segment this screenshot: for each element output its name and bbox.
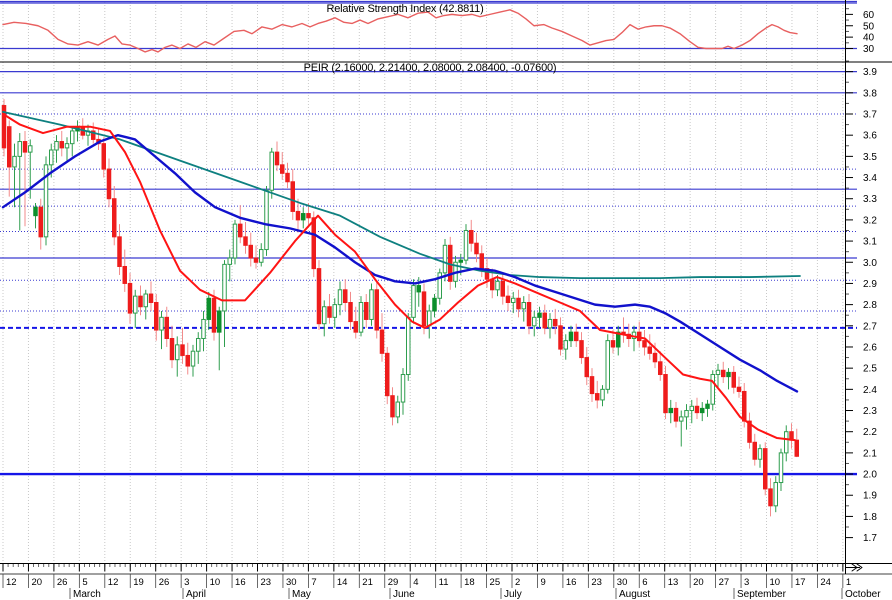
svg-text:50: 50 xyxy=(863,21,875,32)
svg-text:3.5: 3.5 xyxy=(863,152,877,163)
svg-text:20: 20 xyxy=(693,577,704,588)
svg-text:3.2: 3.2 xyxy=(863,215,877,226)
svg-text:1: 1 xyxy=(846,577,851,588)
svg-text:3.9: 3.9 xyxy=(863,67,877,78)
svg-text:13: 13 xyxy=(668,577,679,588)
right-axis: 60504030 3.9 3.8 3.7 3.6 3.5 3.4 3.3 3.2 3.1 3.0 2.… xyxy=(845,0,877,574)
svg-text:3.0: 3.0 xyxy=(863,258,877,269)
svg-text:1.7: 1.7 xyxy=(863,533,877,544)
svg-text:19: 19 xyxy=(133,577,144,588)
svg-text:16: 16 xyxy=(235,577,246,588)
svg-text:2.1: 2.1 xyxy=(863,448,877,459)
svg-text:20: 20 xyxy=(31,577,42,588)
svg-text:3.8: 3.8 xyxy=(863,88,877,99)
svg-text:June: June xyxy=(393,589,415,600)
svg-text:4: 4 xyxy=(413,577,418,588)
svg-text:3.6: 3.6 xyxy=(863,131,877,142)
svg-text:3.3: 3.3 xyxy=(863,194,877,205)
svg-text:2.9: 2.9 xyxy=(863,279,877,290)
svg-text:September: September xyxy=(737,589,787,600)
svg-text:October: October xyxy=(845,589,881,600)
svg-text:26: 26 xyxy=(159,577,170,588)
svg-text:25: 25 xyxy=(490,577,501,588)
svg-text:August: August xyxy=(619,589,650,600)
svg-text:16: 16 xyxy=(566,577,577,588)
svg-text:2.2: 2.2 xyxy=(863,427,877,438)
svg-text:11: 11 xyxy=(439,577,449,588)
svg-text:17: 17 xyxy=(795,577,806,588)
price-levels xyxy=(0,71,857,476)
date-axis: 12 20 26 5 12 19 26 3 10 16 23 30 7 14 21 29 4 11 18 25 2 9 16… xyxy=(0,563,892,600)
svg-text:3.1: 3.1 xyxy=(863,237,877,248)
svg-text:2.4: 2.4 xyxy=(863,385,877,396)
svg-text:23: 23 xyxy=(261,577,272,588)
svg-text:18: 18 xyxy=(464,577,475,588)
svg-text:10: 10 xyxy=(770,577,781,588)
svg-text:23: 23 xyxy=(591,577,602,588)
svg-text:3: 3 xyxy=(744,577,749,588)
svg-text:2: 2 xyxy=(515,577,520,588)
svg-text:6: 6 xyxy=(642,577,647,588)
svg-text:9: 9 xyxy=(540,577,545,588)
stock-chart-svg: 605040303.93.83.73.63.53.43.33.23.13.02.… xyxy=(0,0,892,600)
svg-text:2.5: 2.5 xyxy=(863,364,877,375)
svg-text:26: 26 xyxy=(57,577,68,588)
svg-text:May: May xyxy=(292,589,311,600)
svg-text:2.0: 2.0 xyxy=(863,470,877,481)
svg-text:1.9: 1.9 xyxy=(863,491,877,502)
svg-text:3.7: 3.7 xyxy=(863,110,877,121)
svg-text:March: March xyxy=(73,589,101,600)
chart-window: 60 50 40 30 3.9 3.8 3.7 3.6 3.5 3.4 3.3 3.2 3.1 3.0 2.… xyxy=(0,0,892,600)
svg-text:30: 30 xyxy=(286,577,297,588)
svg-text:14: 14 xyxy=(337,577,348,588)
rsi-indicator-title: Relative Strength Index (42.8811) xyxy=(326,3,484,15)
svg-text:3.4: 3.4 xyxy=(863,173,877,184)
svg-text:2.6: 2.6 xyxy=(863,342,877,353)
svg-text:40: 40 xyxy=(863,33,875,44)
svg-text:27: 27 xyxy=(719,577,730,588)
peir-ohlc-title: PEIR (2.16000, 2.21400, 2.08000, 2.08400… xyxy=(303,62,557,74)
svg-text:12: 12 xyxy=(6,577,17,588)
svg-text:July: July xyxy=(504,589,522,600)
svg-text:2.7: 2.7 xyxy=(863,321,877,332)
svg-text:3: 3 xyxy=(184,577,189,588)
svg-text:30: 30 xyxy=(863,44,875,55)
svg-text:12: 12 xyxy=(108,577,119,588)
svg-text:7: 7 xyxy=(311,577,316,588)
svg-text:30: 30 xyxy=(617,577,628,588)
svg-text:60: 60 xyxy=(863,10,875,21)
svg-text:April: April xyxy=(186,589,206,600)
svg-text:5: 5 xyxy=(82,577,87,588)
axis-end-arrow-icon xyxy=(846,563,863,572)
svg-text:29: 29 xyxy=(388,577,399,588)
svg-text:21: 21 xyxy=(362,577,373,588)
candlesticks xyxy=(1,99,799,517)
svg-text:24: 24 xyxy=(820,577,831,588)
svg-text:2.8: 2.8 xyxy=(863,300,877,311)
svg-text:2.3: 2.3 xyxy=(863,406,877,417)
svg-text:10: 10 xyxy=(210,577,221,588)
svg-text:1.8: 1.8 xyxy=(863,512,877,523)
